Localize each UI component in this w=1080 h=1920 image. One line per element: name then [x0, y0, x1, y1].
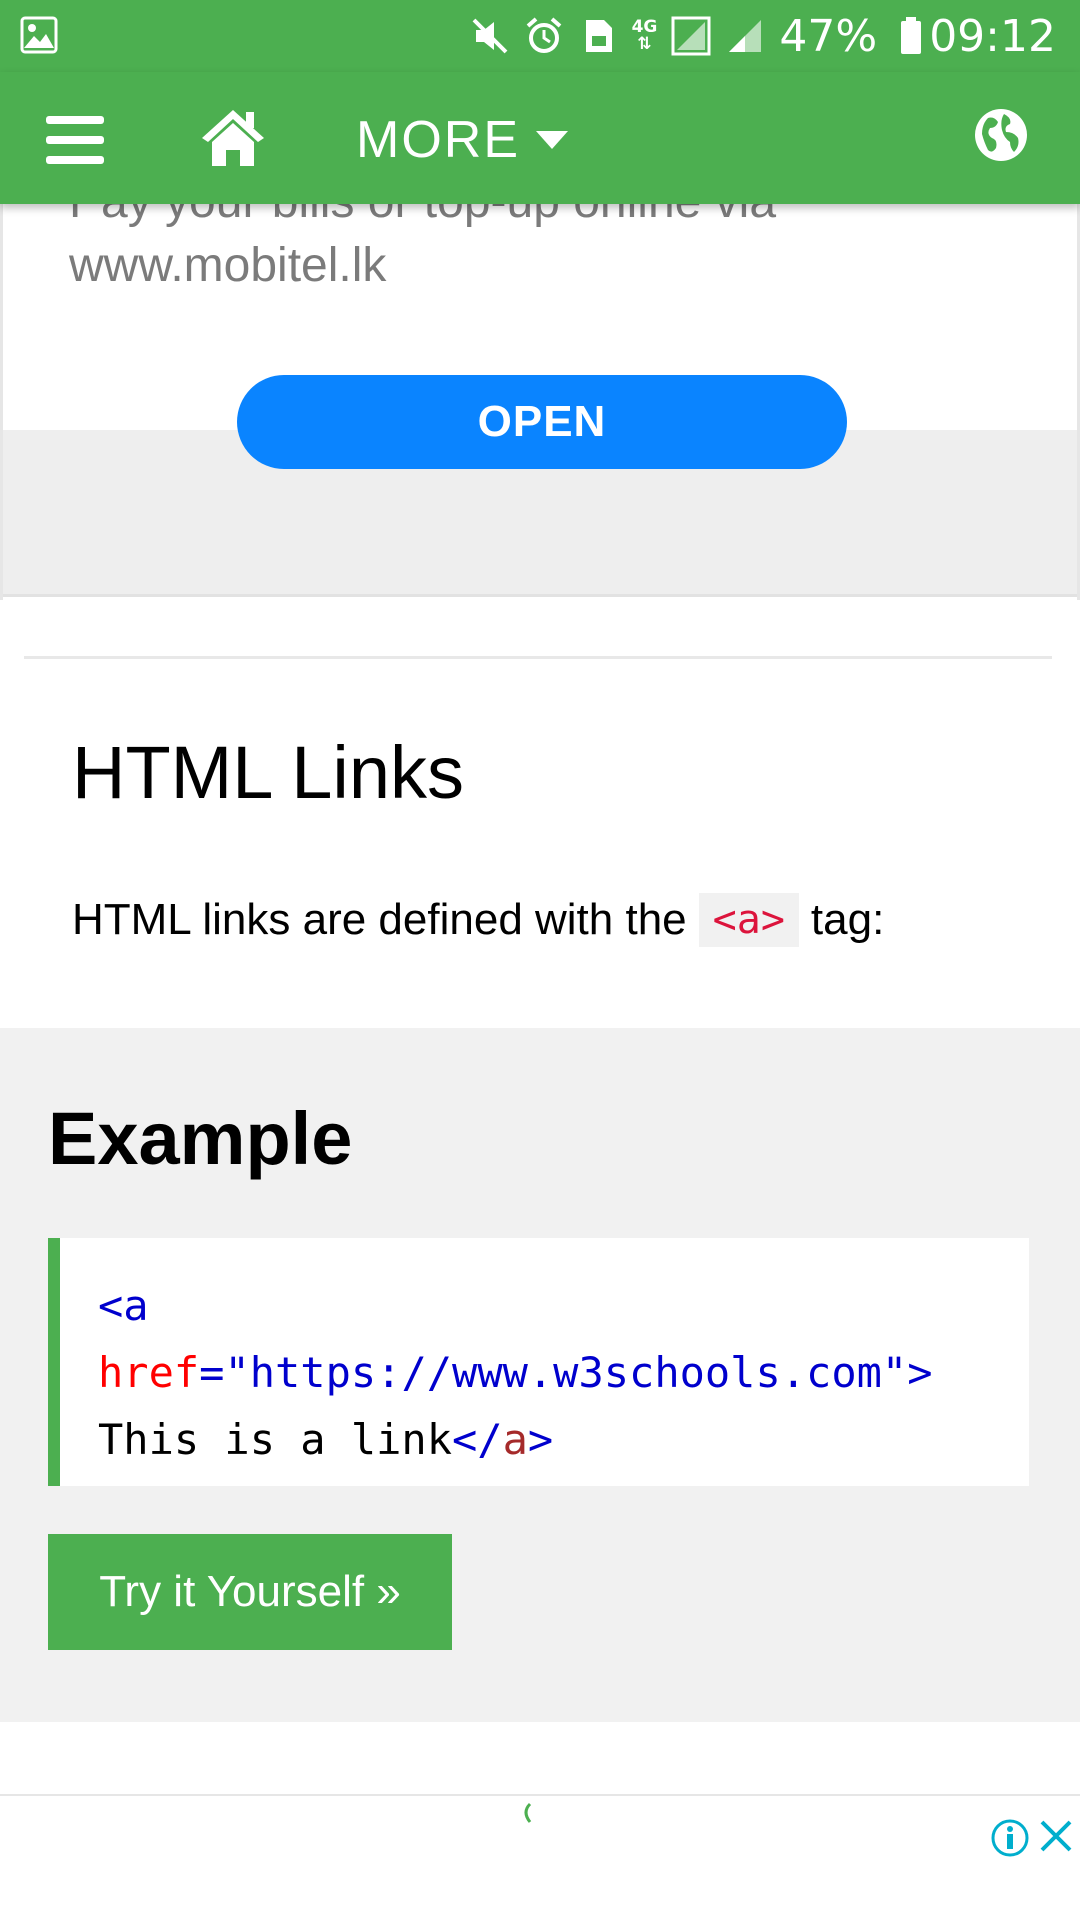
- sim-icon: [578, 16, 618, 56]
- try-it-yourself-button[interactable]: Try it Yourself »: [48, 1534, 452, 1650]
- clock: 09:12: [929, 10, 1056, 62]
- example-title: Example: [48, 1097, 353, 1180]
- mute-icon: [470, 16, 510, 56]
- caret-down-icon: [536, 131, 568, 149]
- code-line-3: This is a link</a>: [98, 1415, 554, 1464]
- ad-card[interactable]: Pay your bills or top-up online via www.…: [0, 170, 1080, 600]
- gallery-icon: [20, 16, 58, 54]
- bottom-ad-banner[interactable]: [0, 1794, 1080, 1920]
- signal-icon-2: [725, 16, 765, 56]
- code-example: <a href="https://www.w3schools.com"> Thi…: [48, 1238, 1029, 1486]
- ad-info-icon[interactable]: [990, 1818, 1030, 1858]
- inline-code: <a>: [698, 893, 799, 947]
- more-menu-button[interactable]: MORE: [356, 110, 568, 170]
- loading-spinner-icon: [518, 1802, 534, 1824]
- example-section: Example <a href="https://www.w3schools.c…: [0, 1028, 1080, 1722]
- divider: [24, 656, 1052, 659]
- code-line-2: href="https://www.w3schools.com">: [98, 1348, 933, 1397]
- intro-text-end: tag:: [810, 895, 885, 944]
- ad-close-icon[interactable]: [1038, 1818, 1074, 1854]
- battery-icon: [891, 16, 922, 56]
- home-icon[interactable]: [200, 106, 266, 168]
- network-type-label: 4G ⇅: [631, 17, 658, 54]
- top-nav-bar: MORE: [0, 72, 1080, 204]
- open-button[interactable]: OPEN: [237, 375, 847, 469]
- more-label: MORE: [356, 111, 520, 169]
- signal-icon: [671, 16, 711, 56]
- code-line-1: <a: [98, 1281, 149, 1330]
- menu-icon[interactable]: [46, 112, 108, 168]
- intro-paragraph: HTML links are defined with the <a> tag:: [72, 888, 884, 952]
- battery-percent: 47%: [779, 10, 878, 62]
- alarm-icon: [524, 16, 564, 56]
- globe-icon[interactable]: [974, 108, 1028, 162]
- status-bar: 4G ⇅ 47% 09:12: [0, 0, 1080, 72]
- page-title: HTML Links: [72, 731, 465, 814]
- intro-text: HTML links are defined with the: [72, 895, 687, 944]
